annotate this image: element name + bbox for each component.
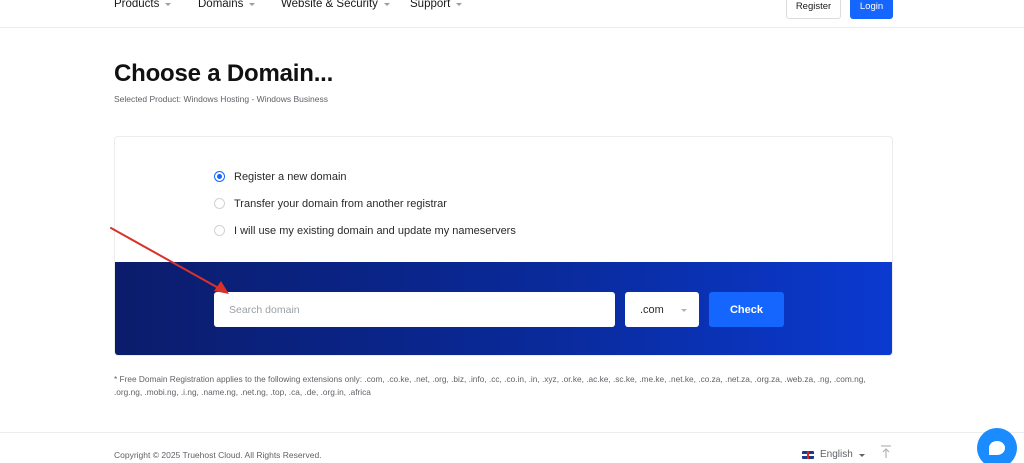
nav-item-label: Products xyxy=(114,0,160,10)
domain-options: Register a new domain Transfer your doma… xyxy=(214,163,516,244)
chat-icon xyxy=(989,441,1005,455)
caret-down-icon xyxy=(165,3,172,6)
nav-item-website-security[interactable]: Website & Security xyxy=(281,0,390,10)
caret-down-icon xyxy=(456,3,463,6)
nav-item-label: Domains xyxy=(198,0,244,10)
page-title: Choose a Domain... xyxy=(114,60,334,87)
tld-value: .com xyxy=(640,303,664,316)
nav-item-label: Support xyxy=(410,0,451,10)
caret-down-icon xyxy=(681,308,687,312)
nav-item-domains[interactable]: Domains xyxy=(198,0,256,10)
chat-button[interactable] xyxy=(977,428,1017,463)
footer-divider xyxy=(0,432,1024,433)
top-navigation: Products Domains Website & Security Supp… xyxy=(0,0,1024,28)
radio-icon[interactable] xyxy=(214,225,225,236)
login-button[interactable]: Login xyxy=(850,0,893,19)
tld-select[interactable]: .com xyxy=(625,292,699,327)
radio-checked-icon[interactable] xyxy=(214,171,225,182)
uk-flag-icon xyxy=(802,450,814,459)
register-button[interactable]: Register xyxy=(786,0,841,19)
caret-down-icon xyxy=(249,3,256,6)
option-transfer[interactable]: Transfer your domain from another regist… xyxy=(214,190,516,217)
option-label: Register a new domain xyxy=(234,170,347,183)
free-domain-note: * Free Domain Registration applies to th… xyxy=(114,374,866,397)
check-button[interactable]: Check xyxy=(709,292,784,327)
nav-item-support[interactable]: Support xyxy=(410,0,463,10)
scroll-to-top-icon[interactable] xyxy=(880,445,892,459)
caret-down-icon xyxy=(858,453,865,457)
domain-choice-card: Register a new domain Transfer your doma… xyxy=(114,136,893,356)
nav-item-products[interactable]: Products xyxy=(114,0,172,10)
caret-down-icon xyxy=(383,3,390,6)
language-label: English xyxy=(820,449,853,460)
selected-product-text: Selected Product: Windows Hosting - Wind… xyxy=(114,94,329,104)
option-label: I will use my existing domain and update… xyxy=(234,224,516,237)
radio-icon[interactable] xyxy=(214,198,225,209)
search-domain-input[interactable] xyxy=(214,292,615,327)
option-register-new[interactable]: Register a new domain xyxy=(214,163,516,190)
option-use-existing[interactable]: I will use my existing domain and update… xyxy=(214,217,516,244)
option-label: Transfer your domain from another regist… xyxy=(234,197,447,210)
language-selector[interactable]: English xyxy=(802,449,865,460)
copyright-text: Copyright © 2025 Truehost Cloud. All Rig… xyxy=(114,450,322,460)
nav-item-label: Website & Security xyxy=(281,0,378,10)
search-band: .com Check xyxy=(115,262,892,355)
